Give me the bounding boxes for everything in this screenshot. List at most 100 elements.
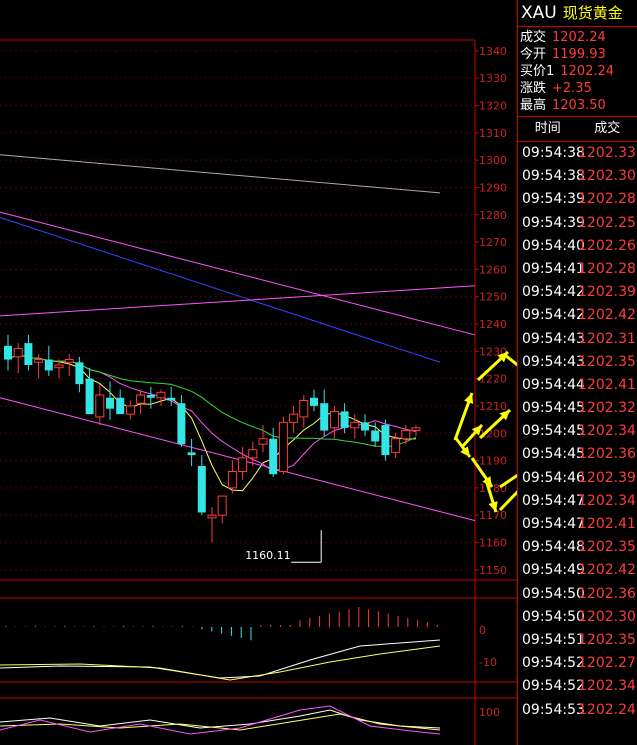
tick-time: 09:54:42 xyxy=(522,284,585,301)
y-tick-label: 1210 xyxy=(479,400,507,413)
tick-price: 1202.34 xyxy=(578,678,636,695)
tick-time: 09:54:38 xyxy=(522,145,585,161)
macd-tick-label: 0 xyxy=(479,624,486,637)
annotation-arrow xyxy=(498,490,517,512)
candle-body xyxy=(350,421,360,429)
tick-price: 1202.35 xyxy=(578,353,636,370)
tick-time: 09:54:48 xyxy=(522,539,585,556)
candle-body xyxy=(227,470,237,489)
tick-price: 1202.39 xyxy=(578,469,636,486)
tick-time: 09:54:45 xyxy=(522,423,585,440)
tick-row: 09:54:47 1202.41 xyxy=(518,513,637,536)
tick-row: 09:54:45 1202.34 xyxy=(518,420,637,443)
candle-body xyxy=(44,359,53,371)
y-tick-label: 1170 xyxy=(479,509,507,522)
candle-body xyxy=(187,452,196,456)
tick-price: 1202.33 xyxy=(578,145,636,161)
candle-body xyxy=(310,397,318,406)
tick-row: 09:54:50 1202.36 xyxy=(518,583,637,606)
candle-body xyxy=(177,403,186,445)
candle-body xyxy=(320,403,329,431)
candle-body xyxy=(391,438,401,453)
instrument-name: 现货黄金 xyxy=(562,4,623,22)
instrument-code: XAU xyxy=(521,3,557,23)
y-tick-label: 1250 xyxy=(479,291,507,304)
candle-body xyxy=(34,359,44,363)
kdj-j-line xyxy=(0,705,441,735)
instrument-title: XAU 现货黄金 xyxy=(518,0,637,27)
tick-row: 09:54:39 1202.25 xyxy=(518,212,637,235)
channel-line-lower xyxy=(0,397,476,522)
quote-label: 买价1 xyxy=(520,64,555,79)
tick-price: 1202.32 xyxy=(578,400,636,417)
tick-time: 09:54:42 xyxy=(522,307,585,324)
candle-body xyxy=(269,438,278,475)
tick-price: 1202.25 xyxy=(578,214,636,231)
tick-time: 09:54:49 xyxy=(522,562,585,579)
tick-price: 1202.36 xyxy=(578,585,636,602)
candle-body xyxy=(289,413,299,423)
tick-price: 1202.30 xyxy=(578,608,636,625)
tick-price: 1202.39 xyxy=(578,284,636,301)
tick-price: 1202.34 xyxy=(578,423,636,440)
tick-row: 09:54:52 1202.27 xyxy=(518,652,637,675)
kdj-tick-label: 100 xyxy=(479,706,500,719)
y-tick-label: 1320 xyxy=(479,100,507,113)
candle-body xyxy=(24,343,33,365)
candle-body xyxy=(401,430,411,440)
tick-row: 09:54:49 1202.42 xyxy=(518,559,637,582)
tick-price: 1202.26 xyxy=(578,237,636,254)
quote-panel: XAU 现货黄金 成交 1202.24 今开 1199.93 买价1 1202.24 涨… xyxy=(517,0,637,745)
y-tick-label: 1290 xyxy=(479,181,507,194)
tick-row: 09:54:47 1202.34 xyxy=(518,490,637,513)
tick-price: 1202.28 xyxy=(578,260,636,277)
candle-body xyxy=(299,399,309,418)
tick-time: 09:54:52 xyxy=(522,678,585,695)
tick-list[interactable]: 09:54:38 1202.33 09:54:38 1202.30 09:54:39 12… xyxy=(518,142,637,722)
tick-price: 1202.41 xyxy=(578,516,636,532)
quote-label: 今开 xyxy=(520,47,547,62)
candle-body xyxy=(381,425,390,456)
low-annotation-label: 1160.11 xyxy=(245,549,291,562)
ma60-line xyxy=(0,217,441,363)
tick-time: 09:54:47 xyxy=(522,492,585,509)
kdj-k-line xyxy=(0,709,441,729)
candlestick-chart: 1150116011701180119012001210122012301240… xyxy=(0,39,517,745)
tick-price: 1202.35 xyxy=(578,631,636,648)
tick-row: 09:54:43 1202.35 xyxy=(518,351,637,374)
candle-body xyxy=(95,394,105,418)
tick-time: 09:54:50 xyxy=(522,608,585,625)
macd-tick-label: -10 xyxy=(479,656,497,669)
tick-row: 09:54:50 1202.30 xyxy=(518,606,637,629)
y-tick-label: 1160 xyxy=(479,536,507,549)
tick-price: 1202.42 xyxy=(578,562,636,579)
tick-row: 09:54:38 1202.30 xyxy=(518,165,637,188)
tick-time: 09:54:44 xyxy=(522,376,585,393)
ticks-header-price: 成交 xyxy=(594,121,621,136)
macd-dif-line xyxy=(0,639,441,679)
candle-body xyxy=(13,348,23,358)
candle-body xyxy=(329,410,339,429)
tick-row: 09:54:41 1202.28 xyxy=(518,258,637,281)
candle-body xyxy=(197,466,206,513)
y-tick-label: 1150 xyxy=(479,564,507,577)
candle-body xyxy=(54,364,64,369)
candle-body xyxy=(340,411,349,428)
tick-row: 09:54:51 1202.35 xyxy=(518,629,637,652)
ticks-header: 时间 成交 xyxy=(518,117,637,142)
y-tick-label: 1330 xyxy=(479,72,507,85)
tick-time: 09:54:51 xyxy=(522,631,585,648)
tick-price: 1202.28 xyxy=(578,191,636,208)
tick-time: 09:54:43 xyxy=(522,353,585,370)
quote-row-last: 成交 1202.24 xyxy=(518,29,637,46)
candle-body xyxy=(361,422,369,431)
tick-price: 1202.42 xyxy=(578,307,636,324)
y-tick-label: 1280 xyxy=(479,209,507,222)
y-tick-label: 1260 xyxy=(479,263,507,276)
candle-body xyxy=(136,394,146,404)
annotation-arrow-head xyxy=(464,393,474,404)
quote-value: 1202.24 xyxy=(560,64,615,79)
tick-row: 09:54:44 1202.41 xyxy=(518,374,637,397)
y-tick-label: 1340 xyxy=(479,45,507,58)
quote-label: 成交 xyxy=(520,30,547,45)
